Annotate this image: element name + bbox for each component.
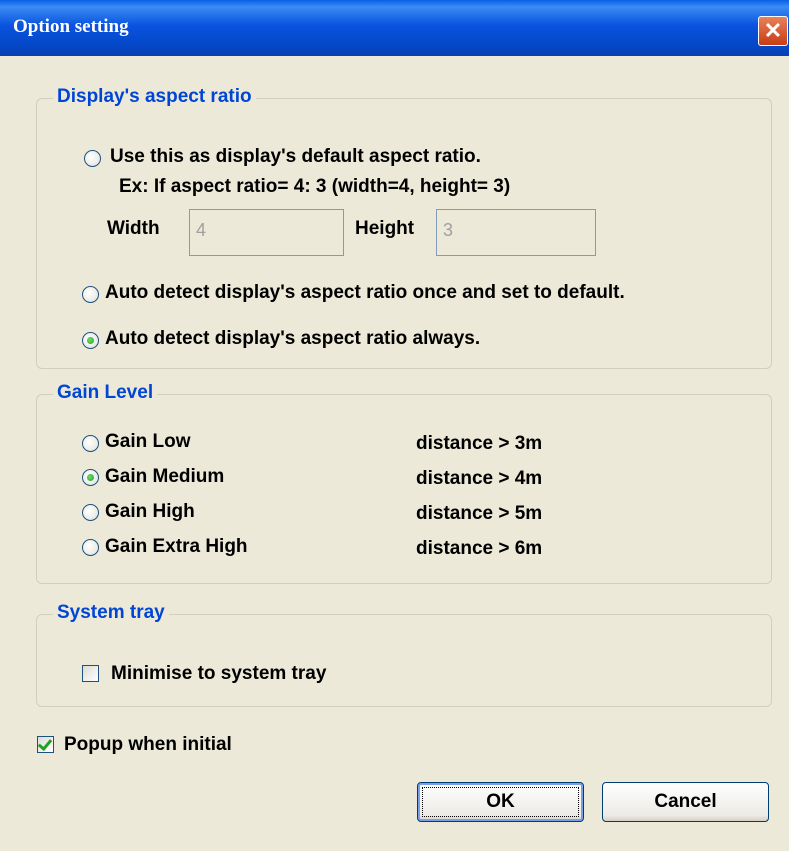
aspect-ratio-legend: Display's aspect ratio xyxy=(53,86,256,108)
minimise-label: Minimise to system tray xyxy=(111,663,327,684)
option-setting-dialog: Option setting ✕ Display's aspect ratio … xyxy=(0,0,789,851)
aspect-example-text: Ex: If aspect ratio= 4: 3 (width=4, heig… xyxy=(119,176,511,197)
focus-rect xyxy=(422,787,579,817)
label-detect-once: Auto detect display's aspect ratio once … xyxy=(105,282,625,303)
system-tray-legend: System tray xyxy=(53,602,169,624)
popup-checkbox[interactable] xyxy=(37,735,54,753)
distance-gain-low: distance > 3m xyxy=(416,433,543,454)
gain-level-group: Gain Level Gain Low distance > 3m Gain M… xyxy=(36,382,772,584)
label-gain-low: Gain Low xyxy=(105,431,191,452)
minimise-checkbox[interactable] xyxy=(82,665,99,682)
aspect-ratio-group: Display's aspect ratio Use this as displ… xyxy=(36,86,772,369)
radio-gain-medium[interactable] xyxy=(82,469,99,486)
label-gain-medium: Gain Medium xyxy=(105,466,225,487)
height-label: Height xyxy=(355,218,415,239)
radio-selected-dot xyxy=(87,337,94,344)
width-field[interactable]: 4 xyxy=(189,209,344,256)
label-detect-always: Auto detect display's aspect ratio alway… xyxy=(105,328,481,349)
close-button[interactable]: ✕ xyxy=(758,16,788,46)
radio-gain-low[interactable] xyxy=(82,435,99,452)
title-bar[interactable]: Option setting ✕ xyxy=(0,0,789,56)
distance-gain-medium: distance > 4m xyxy=(416,468,543,489)
label-gain-high: Gain High xyxy=(105,501,195,522)
radio-gain-high[interactable] xyxy=(82,504,99,521)
distance-gain-high: distance > 5m xyxy=(416,503,543,524)
checkmark-icon xyxy=(37,735,53,752)
width-label: Width xyxy=(107,218,160,239)
height-value: 3 xyxy=(443,220,454,240)
radio-selected-dot xyxy=(87,474,94,481)
ok-button[interactable]: OK xyxy=(417,782,584,822)
radio-detect-always[interactable] xyxy=(82,332,99,349)
radio-gain-extra-high[interactable] xyxy=(82,539,99,556)
radio-default-aspect[interactable] xyxy=(84,150,101,167)
label-gain-extra-high: Gain Extra High xyxy=(105,536,248,557)
cancel-label: Cancel xyxy=(654,791,717,812)
gain-level-legend: Gain Level xyxy=(53,382,158,404)
popup-label: Popup when initial xyxy=(64,734,232,755)
width-value: 4 xyxy=(196,220,207,240)
distance-gain-extra-high: distance > 6m xyxy=(416,538,543,559)
window-title: Option setting xyxy=(13,16,129,37)
label-default-aspect: Use this as display's default aspect rat… xyxy=(110,146,481,167)
cancel-button[interactable]: Cancel xyxy=(602,782,769,822)
system-tray-group: System tray Minimise to system tray xyxy=(36,602,772,707)
close-icon: ✕ xyxy=(763,18,783,43)
height-field[interactable]: 3 xyxy=(436,209,596,256)
radio-detect-once[interactable] xyxy=(82,286,99,303)
